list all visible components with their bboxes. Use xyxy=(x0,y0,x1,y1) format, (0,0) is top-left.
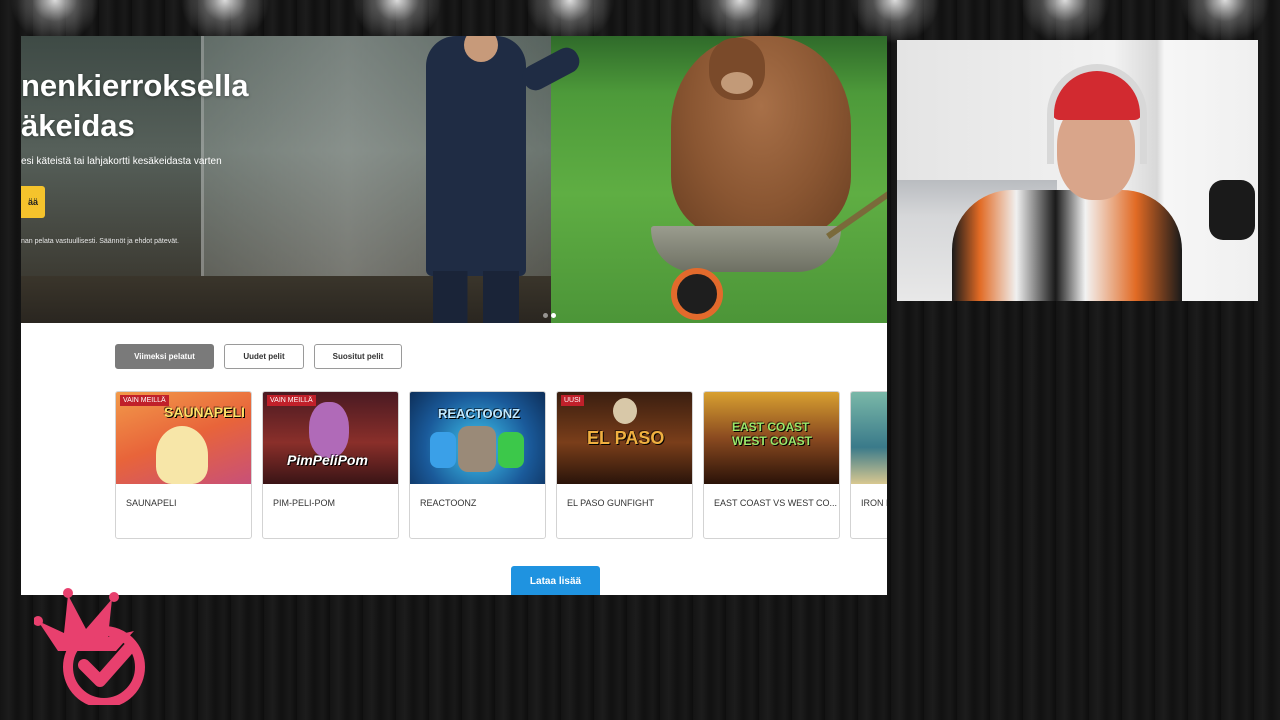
game-badge: UUSI xyxy=(561,395,584,406)
crown-icon xyxy=(38,595,134,651)
spotlight xyxy=(1020,0,1110,44)
hero-subtitle: esi käteistä tai lahjakortti kesäkeidast… xyxy=(21,156,222,167)
checkmark-icon xyxy=(78,641,136,687)
hero-wheelbarrow xyxy=(651,226,841,272)
streamer-webcam xyxy=(897,40,1258,301)
game-card-reactoonz[interactable]: REACTOONZ REACTOONZ xyxy=(409,391,546,539)
crown-jewel xyxy=(63,588,73,598)
microphone-icon xyxy=(1209,180,1255,240)
hero-man-legs xyxy=(433,271,519,323)
game-badge: VAIN MEILLÄ xyxy=(120,395,169,406)
reactoonz-green-alien xyxy=(498,432,524,468)
el-paso-skull xyxy=(613,398,637,424)
game-art-text: PimPeliPom xyxy=(287,452,368,468)
game-card-list: SAUNAPELI VAIN MEILLÄ SAUNAPELI PimPeliP… xyxy=(115,391,887,539)
hero-cta-button[interactable]: ää xyxy=(21,186,45,218)
game-title: EAST COAST VS WEST CO... xyxy=(714,498,838,508)
game-card-el-paso-gunfight[interactable]: EL PASO UUSI EL PASO GUNFIGHT xyxy=(556,391,693,539)
game-art-text: EAST COAST WEST COAST xyxy=(732,420,812,448)
game-card-pim-peli-pom[interactable]: PimPeliPom VAIN MEILLÄ PIM-PELI-POM xyxy=(262,391,399,539)
game-card-iron-bank[interactable]: IRON B xyxy=(850,391,887,539)
hero-terms-note[interactable]: nan pelata vastuullisesti. Säännöt ja eh… xyxy=(21,238,179,245)
game-title: EL PASO GUNFIGHT xyxy=(567,498,655,508)
reactoonz-gray-alien xyxy=(458,426,496,472)
hero-banner[interactable]: nenkierroksella äkeidas esi käteistä tai… xyxy=(21,36,887,323)
crown-checkmark-logo xyxy=(33,585,154,708)
game-art-text: SAUNAPELI xyxy=(164,404,245,420)
carousel-dot-active[interactable] xyxy=(551,313,556,318)
hero-title-line2: äkeidas xyxy=(21,108,135,143)
carousel-dot[interactable] xyxy=(543,313,548,318)
hero-bear-snout xyxy=(721,72,753,94)
game-thumbnail[interactable]: EAST COAST WEST COAST xyxy=(704,392,839,484)
spotlight xyxy=(1180,0,1270,44)
game-title: REACTOONZ xyxy=(420,498,477,508)
hero-text-block: nenkierroksella äkeidas xyxy=(21,66,248,146)
hero-man-figure xyxy=(426,36,526,276)
game-title: SAUNAPELI xyxy=(126,498,177,508)
game-art-text: EL PASO xyxy=(587,428,665,448)
game-thumbnail[interactable]: REACTOONZ xyxy=(410,392,545,484)
game-filter-tabs: Viimeksi pelatut Uudet pelit Suositut pe… xyxy=(115,344,402,369)
headphones-icon xyxy=(1047,64,1147,164)
game-card-east-coast-vs-west-coast[interactable]: EAST COAST WEST COAST EAST COAST VS WEST… xyxy=(703,391,840,539)
crown-jewel xyxy=(109,592,119,602)
game-badge: VAIN MEILLÄ xyxy=(267,395,316,406)
game-thumbnail[interactable] xyxy=(851,392,887,484)
tab-new-games[interactable]: Uudet pelit xyxy=(224,344,304,369)
tab-recently-played[interactable]: Viimeksi pelatut xyxy=(115,344,214,369)
pim-peli-pom-character xyxy=(309,402,349,458)
tab-popular-games[interactable]: Suositut pelit xyxy=(314,344,402,369)
game-title: IRON B xyxy=(861,498,887,508)
game-card-saunapeli[interactable]: SAUNAPELI VAIN MEILLÄ SAUNAPELI xyxy=(115,391,252,539)
hero-title-line1: nenkierroksella xyxy=(21,68,249,103)
reactoonz-blue-alien xyxy=(430,432,456,468)
game-title: PIM-PELI-POM xyxy=(273,498,336,508)
saunapeli-character xyxy=(156,426,208,484)
carousel-dots[interactable] xyxy=(543,313,556,318)
casino-browser-window: nenkierroksella äkeidas esi käteistä tai… xyxy=(21,36,887,595)
streamer-jersey xyxy=(952,190,1182,301)
load-more-button[interactable]: Lataa lisää xyxy=(511,566,600,595)
game-art-text: REACTOONZ xyxy=(438,406,521,421)
hero-wheelbarrow-wheel xyxy=(671,268,723,320)
